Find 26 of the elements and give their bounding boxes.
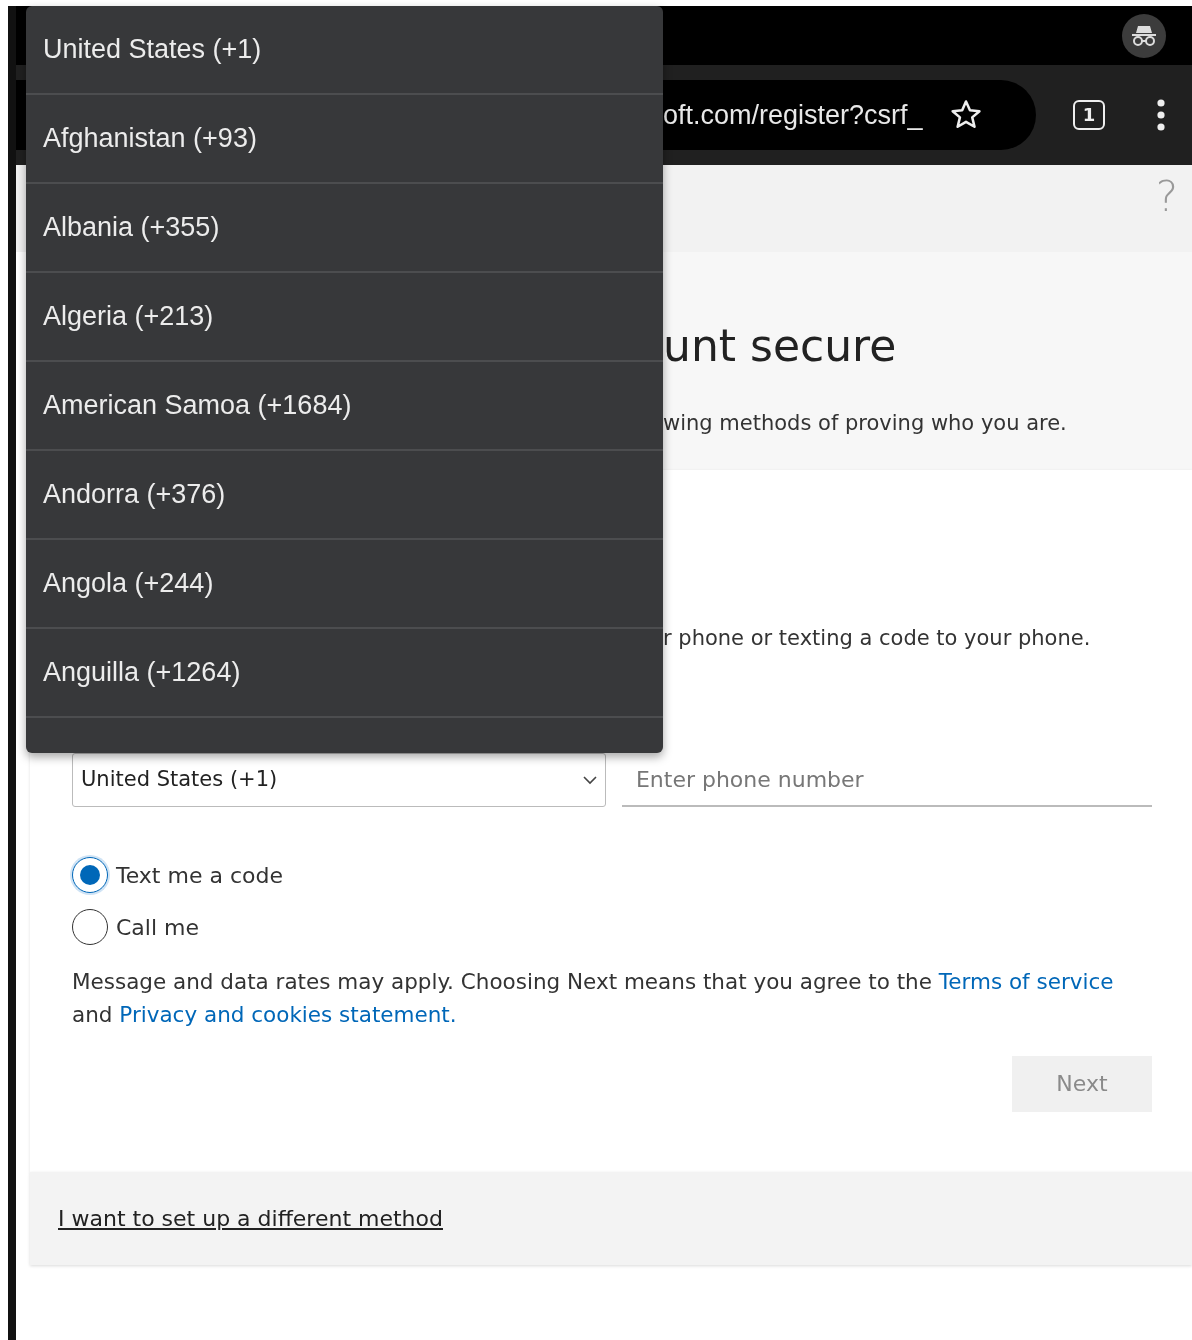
radio-label[interactable]: Text me a code [116, 858, 283, 892]
notice-text: Message and data rates may apply. Choosing Next means that you agree to the Terms of service and Privacy and cookies statement. [72, 968, 1115, 1030]
dropdown-option[interactable]: Angola (+244) [26, 540, 663, 629]
dropdown-option[interactable]: United States (+1) [26, 6, 663, 95]
menu-icon[interactable] [1156, 99, 1166, 131]
dropdown-option[interactable]: Anguilla (+1264) [26, 629, 663, 718]
radio-button[interactable] [72, 857, 108, 893]
dropdown-option[interactable]: Algeria (+213) [26, 273, 663, 362]
select-value: United States (+1) [81, 766, 278, 794]
radio-label[interactable]: Call me [116, 910, 200, 944]
policy-link[interactable]: Terms of service [938, 969, 1114, 994]
radio-button[interactable] [72, 909, 108, 945]
incognito-icon[interactable] [1122, 13, 1166, 58]
description: r phone or texting a code to your phone. [663, 626, 1091, 650]
url-text: oft.com/register?csrf_ [663, 98, 923, 132]
page-title: unt secure [663, 322, 898, 371]
different-method-link[interactable]: I want to set up a different method [58, 1202, 443, 1235]
policy-link[interactable]: Privacy and cookies statement. [119, 1002, 457, 1028]
dropdown-option[interactable]: Albania (+355) [26, 184, 663, 273]
country-select[interactable]: United States (+1) [72, 753, 606, 807]
subtitle: wing methods of proving who you are. [663, 410, 1068, 438]
dropdown-option[interactable]: Afghanistan (+93) [26, 95, 663, 184]
tab-count[interactable]: 1 [1073, 100, 1105, 130]
dropdown-option[interactable]: Andorra (+376) [26, 451, 663, 540]
dropdown-option[interactable]: American Samoa (+1684) [26, 362, 663, 451]
chevron-icon [582, 775, 597, 785]
